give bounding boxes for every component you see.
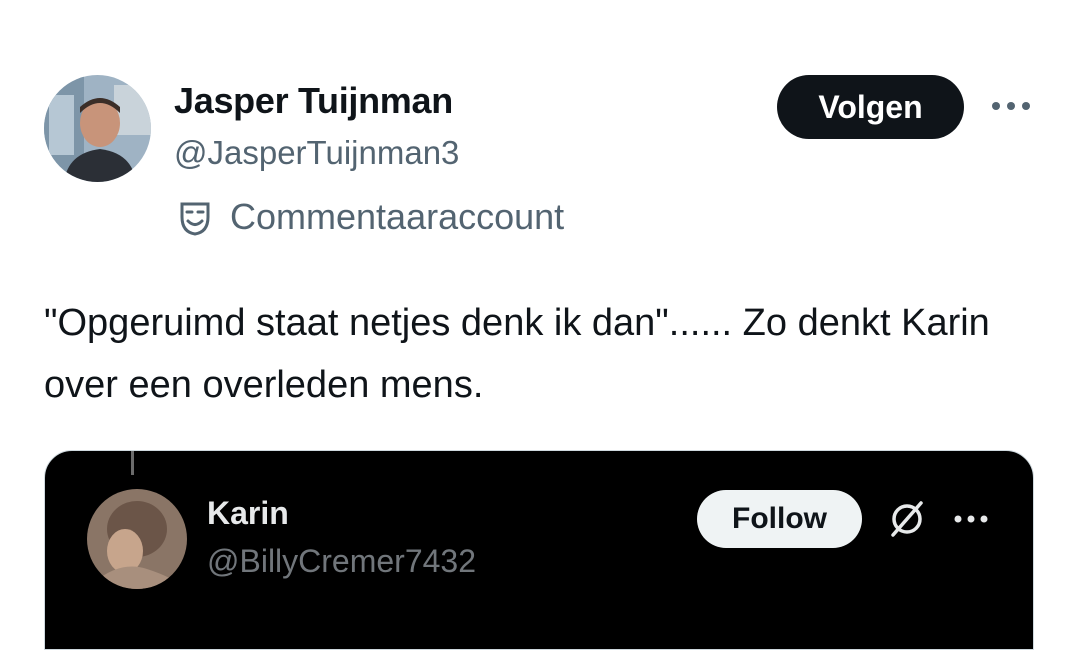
circle-slash-icon[interactable] [885,497,929,541]
thread-line [131,451,134,475]
quoted-author-name[interactable]: Karin [207,495,289,532]
author-avatar[interactable] [44,75,151,182]
more-horizontal-icon[interactable] [990,92,1032,120]
follow-button[interactable]: Volgen [777,75,964,139]
post-text: "Opgeruimd staat netjes denk ik dan"....… [44,302,990,406]
author-handle[interactable]: @JasperTuijnman3 [174,134,459,172]
quoted-author-avatar[interactable] [87,489,187,589]
quoted-author-handle[interactable]: @BillyCremer7432 [207,543,476,580]
theater-mask-icon [180,202,210,236]
more-horizontal-icon[interactable] [953,509,989,529]
account-label: Commentaaraccount [230,196,565,237]
quoted-follow-button[interactable]: Follow [697,490,862,548]
author-name[interactable]: Jasper Tuijnman [174,80,453,122]
quoted-post-card[interactable]: Karin @BillyCremer7432 Follow [44,450,1034,650]
